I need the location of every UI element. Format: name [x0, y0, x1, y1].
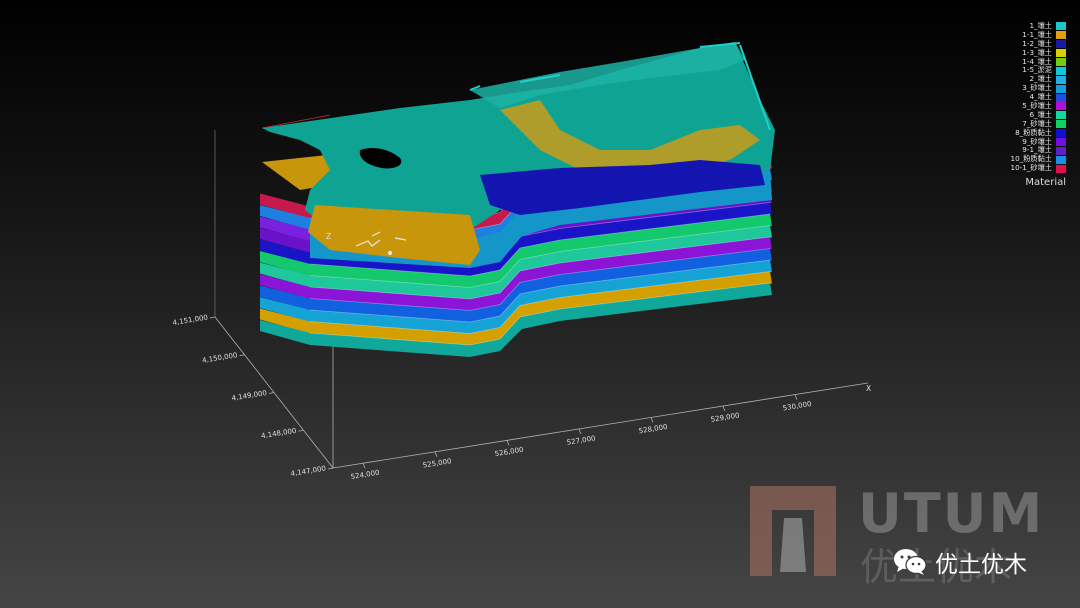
x-tick-mark [794, 394, 798, 400]
y-tick-mark [209, 316, 216, 319]
x-tick-label: 526,000 [494, 446, 524, 458]
x-tick-mark [434, 451, 438, 457]
y-tick-mark [298, 429, 304, 432]
legend-swatch [1056, 138, 1066, 147]
y-tick-label: 4,151,000 [172, 313, 208, 326]
x-axis-line [332, 382, 869, 469]
x-tick-label: 524,000 [350, 469, 380, 481]
utum-logo-icon [750, 486, 836, 576]
wechat-account-name: 优土优木 [935, 552, 1027, 578]
legend-swatch [1056, 164, 1066, 173]
y-tick-mark [327, 467, 334, 470]
x-axis-label: X [866, 384, 871, 393]
x-tick-mark [722, 405, 726, 412]
y-tick-mark [239, 354, 245, 357]
legend-item: 10-1_砂壤土 [916, 163, 1066, 173]
legend-swatch [1056, 58, 1066, 66]
x-tick-labels: 524,000 525,000 526,000 527,000 528,000 529,0… [350, 400, 812, 481]
legend-swatch [1056, 31, 1066, 40]
x-tick-mark [506, 440, 510, 446]
legend-swatch [1056, 102, 1066, 111]
legend-swatch [1056, 75, 1066, 84]
x-tick-label: 525,000 [422, 457, 452, 469]
legend-item-label: 10-1_砂壤土 [1010, 163, 1052, 173]
wechat-badge: 优土优木 [893, 545, 1027, 579]
legend-swatch [1056, 84, 1066, 93]
legend-swatch [1056, 129, 1066, 138]
x-tick-label: 529,000 [710, 411, 740, 423]
x-tick-mark [362, 463, 366, 469]
legend-items: 1_壤土 1-1_壤土 1-2_壤土 1-3_壤土 1-4_壤土 1-5_淤泥 2_壤土 3_… [916, 21, 1066, 173]
x-tick-label: 530,000 [782, 400, 812, 412]
legend-swatch [1056, 22, 1066, 31]
legend-swatch [1056, 120, 1066, 129]
legend-swatch [1056, 40, 1066, 49]
x-tick-label: 528,000 [638, 423, 668, 435]
legend-swatch [1056, 66, 1066, 75]
x-tick-label: 527,000 [566, 434, 596, 446]
y-tick-mark [268, 392, 275, 394]
legend-swatch [1056, 93, 1066, 102]
y-tick-label: 4,150,000 [202, 351, 238, 364]
material-legend: 1_壤土 1-1_壤土 1-2_壤土 1-3_壤土 1-4_壤土 1-5_淤泥 2_壤土 3_… [916, 21, 1066, 189]
legend-swatch [1056, 155, 1066, 164]
legend-swatch [1056, 146, 1066, 155]
y-tick-label: 4,147,000 [290, 464, 326, 477]
y-tick-label: 4,149,000 [231, 389, 267, 402]
y-tick-label: 4,148,000 [261, 427, 297, 440]
legend-swatch [1056, 111, 1066, 120]
legend-title: Material [1025, 177, 1066, 189]
wechat-icon [894, 549, 927, 575]
legend-swatch [1056, 49, 1066, 58]
x-tick-mark [650, 417, 654, 423]
x-tick-mark [578, 428, 582, 435]
z-axis-label: Z [326, 232, 331, 241]
